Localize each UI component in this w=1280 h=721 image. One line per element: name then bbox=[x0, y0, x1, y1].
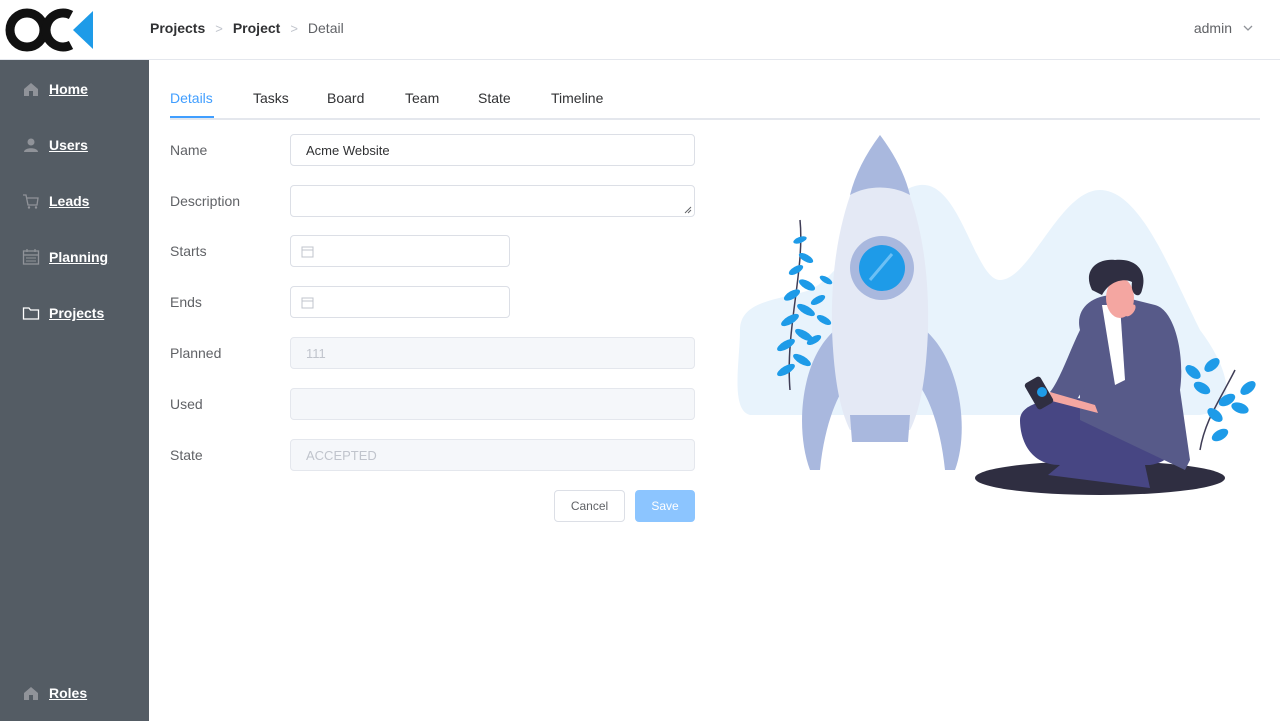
folder-icon bbox=[22, 304, 40, 322]
sidebar: Home Users Leads Planning Projects Roles bbox=[0, 60, 149, 721]
sidebar-item-label: Users bbox=[49, 137, 88, 153]
resize-handle-icon[interactable] bbox=[684, 206, 692, 214]
rocket-illustration bbox=[737, 135, 1256, 495]
oc-logo[interactable] bbox=[5, 5, 95, 55]
top-header: Projects > Project > Detail admin bbox=[0, 0, 1280, 60]
calendar-icon bbox=[301, 297, 314, 308]
used-label: Used bbox=[170, 396, 203, 412]
calendar-icon bbox=[301, 246, 314, 257]
tab-state[interactable]: State bbox=[478, 90, 511, 106]
user-icon bbox=[22, 136, 40, 154]
used-input bbox=[290, 388, 695, 420]
name-input-value: Acme Website bbox=[306, 142, 390, 158]
state-label: State bbox=[170, 447, 203, 463]
state-input: ACCEPTED bbox=[290, 439, 695, 471]
starts-label: Starts bbox=[170, 243, 207, 259]
sidebar-item-roles[interactable]: Roles bbox=[22, 684, 87, 702]
tab-tasks[interactable]: Tasks bbox=[253, 90, 289, 106]
starts-date-picker[interactable] bbox=[290, 235, 510, 267]
tab-details[interactable]: Details bbox=[170, 90, 213, 106]
ends-date-picker[interactable] bbox=[290, 286, 510, 318]
sidebar-item-leads[interactable]: Leads bbox=[22, 192, 89, 210]
active-tab-indicator bbox=[170, 116, 214, 118]
calendar-icon bbox=[22, 248, 40, 266]
user-name: admin bbox=[1193, 20, 1232, 36]
sidebar-item-projects[interactable]: Projects bbox=[22, 304, 104, 322]
sidebar-item-users[interactable]: Users bbox=[22, 136, 88, 154]
sidebar-item-planning[interactable]: Planning bbox=[22, 248, 108, 266]
tab-board[interactable]: Board bbox=[327, 90, 364, 106]
planned-label: Planned bbox=[170, 345, 222, 361]
home-icon bbox=[22, 684, 40, 702]
name-input[interactable]: Acme Website bbox=[290, 134, 695, 166]
sidebar-item-home[interactable]: Home bbox=[22, 80, 88, 98]
user-menu[interactable]: admin bbox=[1194, 20, 1254, 36]
sidebar-item-label: Roles bbox=[49, 685, 88, 701]
sidebar-item-label: Projects bbox=[49, 305, 105, 321]
ends-label: Ends bbox=[170, 294, 202, 310]
cancel-button[interactable]: Cancel bbox=[554, 490, 625, 522]
breadcrumb: Projects > Project > Detail bbox=[150, 20, 344, 36]
breadcrumb-separator-icon: > bbox=[215, 20, 223, 36]
breadcrumb-projects[interactable]: Projects bbox=[150, 20, 205, 36]
sidebar-item-label: Home bbox=[49, 81, 88, 97]
save-button[interactable]: Save bbox=[635, 490, 695, 522]
sidebar-item-label: Planning bbox=[49, 249, 109, 265]
state-value: ACCEPTED bbox=[306, 447, 377, 463]
name-label: Name bbox=[170, 142, 208, 158]
planned-value: 111 bbox=[306, 345, 326, 361]
tab-bar: Details Tasks Board Team State Timeline bbox=[170, 80, 1260, 120]
description-label: Description bbox=[170, 193, 241, 209]
home-icon bbox=[22, 80, 40, 98]
breadcrumb-project[interactable]: Project bbox=[233, 20, 280, 36]
sidebar-item-label: Leads bbox=[49, 193, 90, 209]
breadcrumb-detail: Detail bbox=[307, 20, 344, 36]
tab-team[interactable]: Team bbox=[405, 90, 439, 106]
planned-input: 111 bbox=[290, 337, 695, 369]
tab-timeline[interactable]: Timeline bbox=[551, 90, 603, 106]
breadcrumb-separator-icon: > bbox=[290, 20, 298, 36]
description-textarea[interactable] bbox=[290, 185, 695, 217]
cart-icon bbox=[22, 192, 40, 210]
chevron-down-icon bbox=[1243, 25, 1253, 31]
